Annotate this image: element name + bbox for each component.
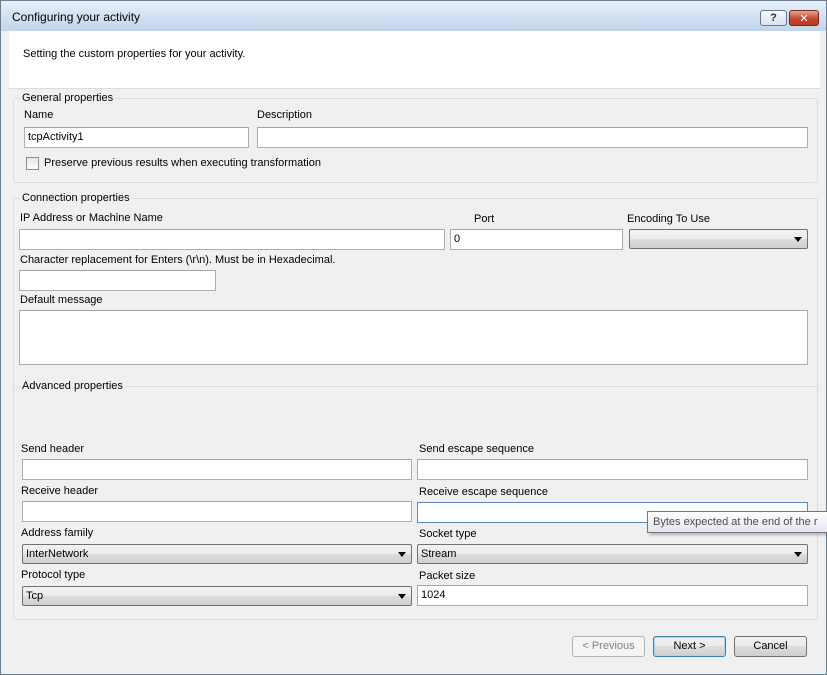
protocol-type-value: Tcp	[26, 590, 44, 602]
connection-properties-group: Connection properties IP Address or Mach…	[13, 192, 818, 398]
default-message-textarea[interactable]	[19, 310, 808, 365]
description-input[interactable]	[257, 127, 808, 148]
encoding-dropdown[interactable]	[629, 229, 808, 249]
preserve-results-checkbox[interactable]	[26, 157, 39, 170]
close-icon: ✕	[799, 12, 809, 25]
address-family-dropdown[interactable]: InterNetwork	[22, 544, 412, 564]
name-input[interactable]: tcpActivity1	[24, 127, 249, 148]
receive-header-input[interactable]	[22, 501, 412, 522]
char-replacement-input[interactable]	[19, 270, 216, 291]
socket-type-value: Stream	[421, 548, 457, 560]
banner-text: Setting the custom properties for your a…	[23, 48, 246, 60]
header-banner: Setting the custom properties for your a…	[9, 31, 820, 89]
name-label: Name	[24, 109, 54, 121]
chevron-down-icon	[794, 552, 802, 557]
receive-escape-label: Receive escape sequence	[419, 486, 549, 498]
description-label: Description	[257, 109, 313, 121]
general-properties-group: General properties Name tcpActivity1 Des…	[13, 92, 818, 183]
packet-size-input[interactable]: 1024	[417, 585, 808, 606]
send-header-input[interactable]	[22, 459, 412, 480]
port-input[interactable]: 0	[450, 229, 623, 250]
send-escape-label: Send escape sequence	[419, 443, 534, 455]
address-family-label: Address family	[21, 527, 94, 539]
help-button[interactable]: ?	[760, 10, 787, 26]
chevron-down-icon	[398, 594, 406, 599]
help-icon: ?	[770, 12, 777, 24]
close-button[interactable]: ✕	[789, 10, 819, 26]
window-title: Configuring your activity	[12, 10, 141, 24]
title-bar[interactable]: Configuring your activity ? ✕	[1, 1, 826, 31]
chevron-down-icon	[794, 237, 802, 242]
ip-address-label: IP Address or Machine Name	[20, 212, 163, 224]
cancel-button[interactable]: Cancel	[734, 636, 807, 657]
protocol-type-label: Protocol type	[21, 569, 86, 581]
encoding-label: Encoding To Use	[627, 213, 710, 225]
char-replacement-label: Character replacement for Enters (\r\n).…	[20, 254, 336, 266]
advanced-properties-group: Advanced properties Send header Send esc…	[13, 380, 818, 620]
chevron-down-icon	[398, 552, 406, 557]
packet-size-label: Packet size	[419, 570, 476, 582]
protocol-type-dropdown[interactable]: Tcp	[22, 586, 412, 606]
tooltip: Bytes expected at the end of the r	[647, 511, 827, 533]
ip-address-input[interactable]	[19, 229, 445, 250]
send-escape-input[interactable]	[417, 459, 808, 480]
preserve-results-label: Preserve previous results when executing…	[44, 157, 321, 169]
default-message-label: Default message	[20, 294, 103, 306]
connection-properties-legend: Connection properties	[20, 192, 132, 204]
advanced-properties-legend: Advanced properties	[20, 380, 125, 392]
previous-button[interactable]: < Previous	[572, 636, 645, 657]
dialog-window: Configuring your activity ? ✕ Setting th…	[0, 0, 827, 675]
receive-header-label: Receive header	[21, 485, 99, 497]
socket-type-dropdown[interactable]: Stream	[417, 544, 808, 564]
dialog-content: Setting the custom properties for your a…	[9, 31, 820, 668]
port-label: Port	[474, 213, 495, 225]
address-family-value: InterNetwork	[26, 548, 89, 560]
next-button[interactable]: Next >	[653, 636, 726, 657]
socket-type-label: Socket type	[419, 528, 477, 540]
send-header-label: Send header	[21, 443, 84, 455]
general-properties-legend: General properties	[20, 92, 116, 104]
